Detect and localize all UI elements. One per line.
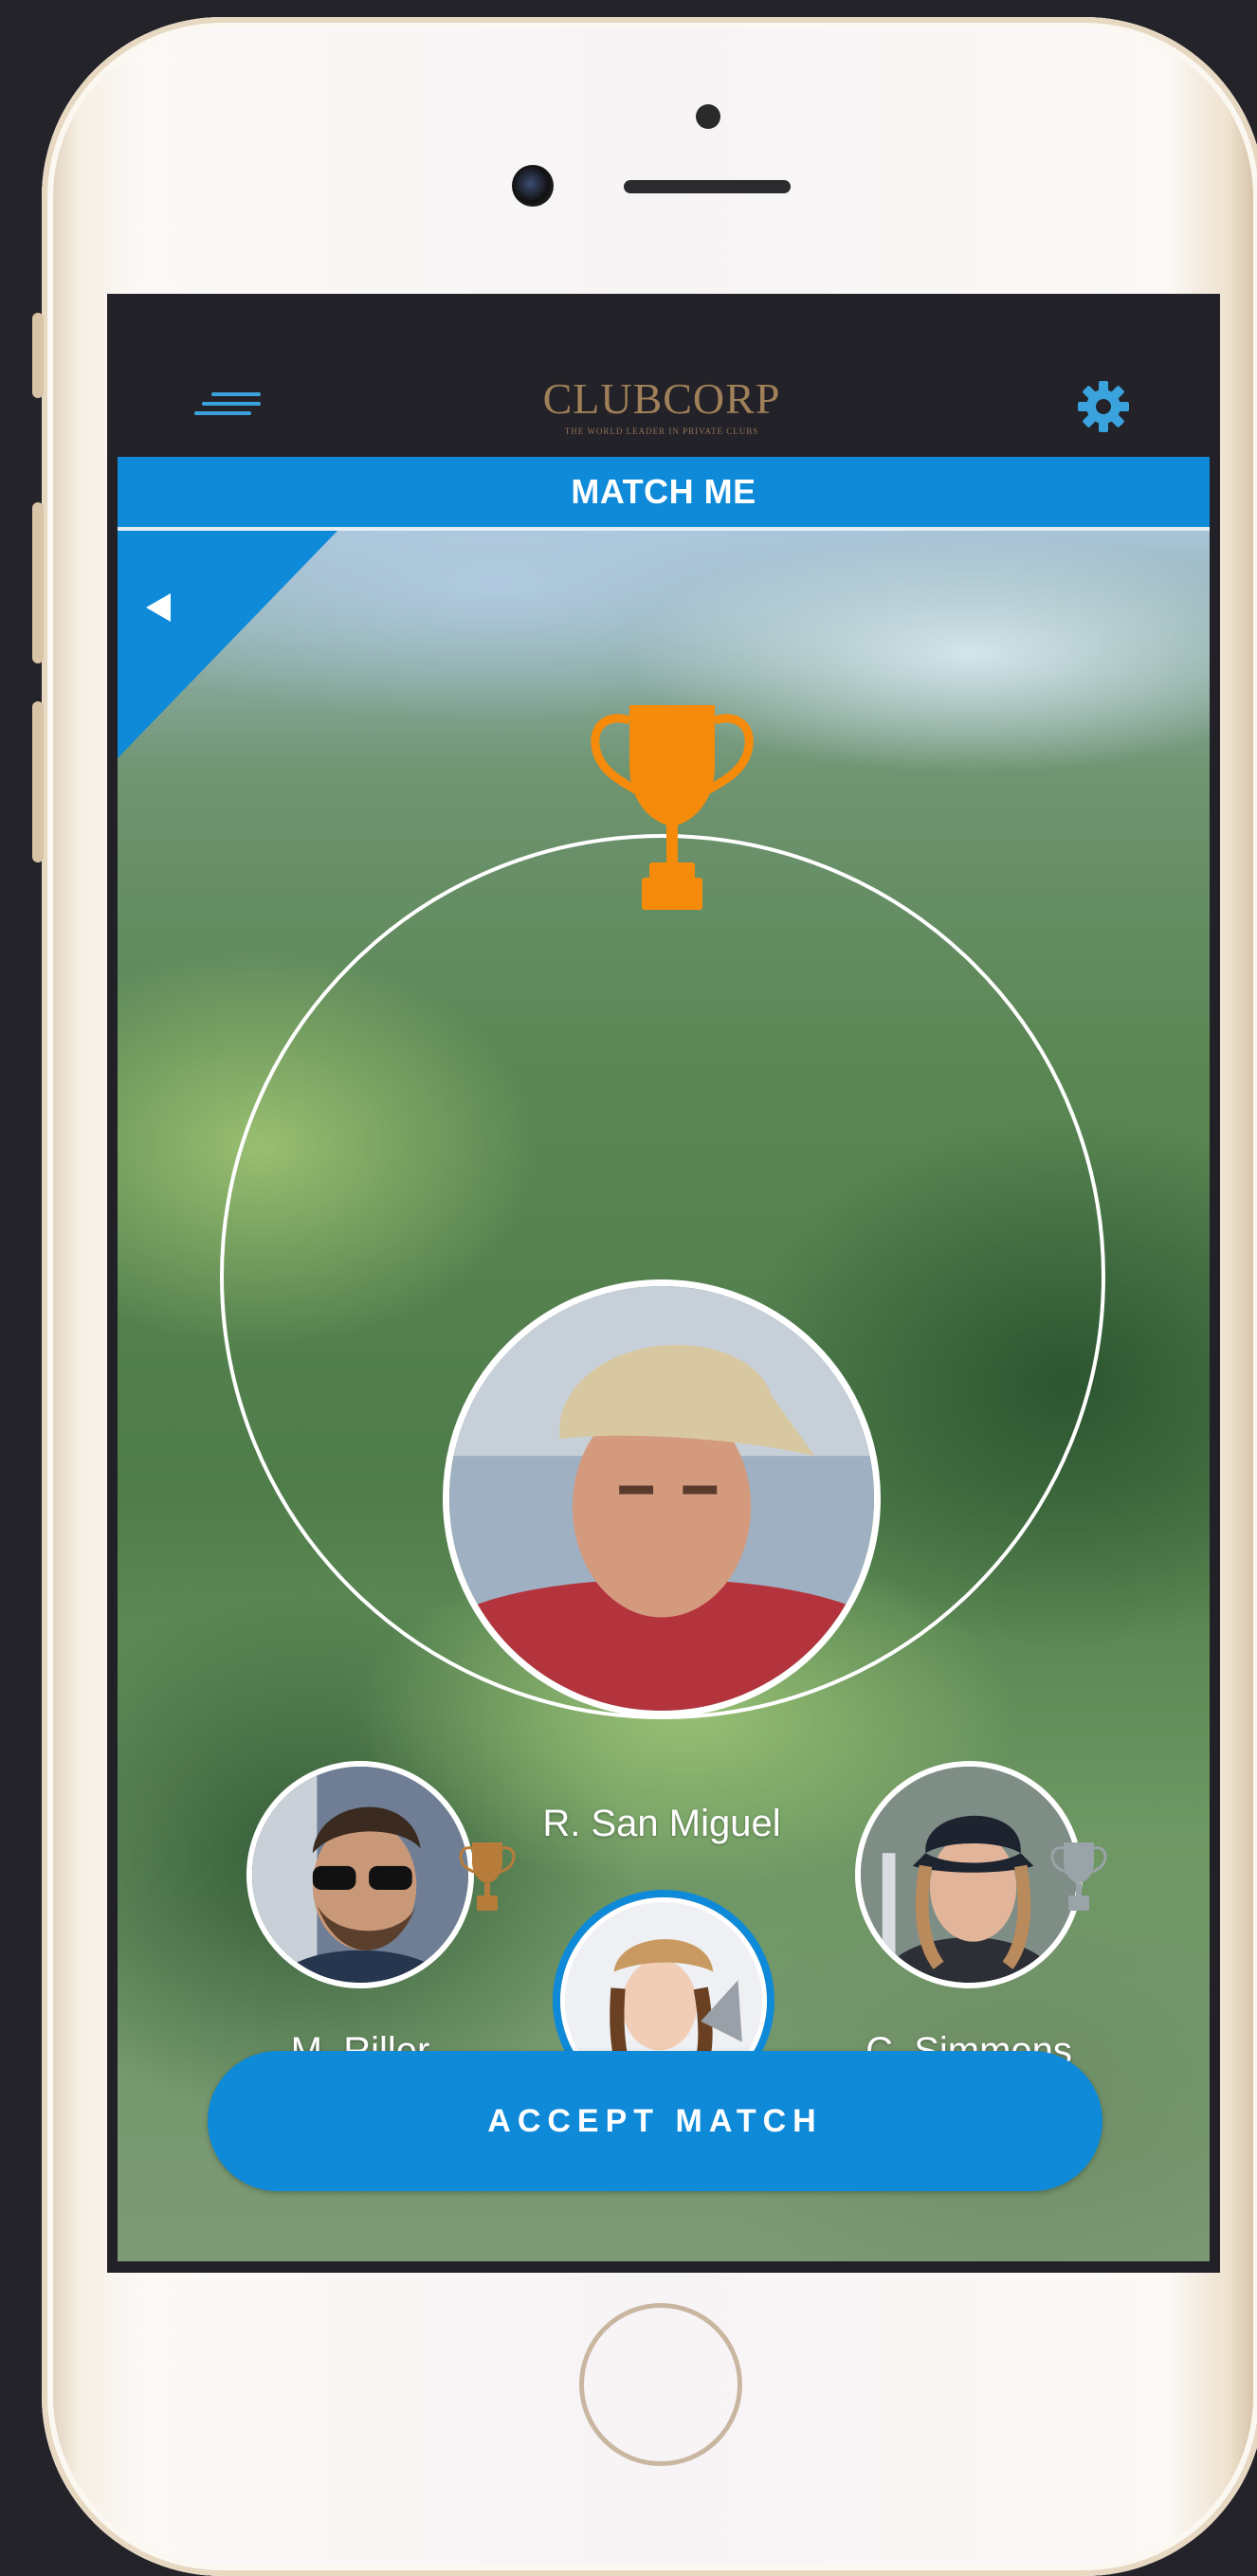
player-name-center: R. San Miguel xyxy=(542,1803,781,1844)
top-navigation-bar: CLUBCORP THE WORLD LEADER IN PRIVATE CLU… xyxy=(107,294,1220,457)
player-avatar-left[interactable] xyxy=(246,1761,474,1988)
accept-match-button[interactable]: ACCEPT MATCH xyxy=(208,2051,1102,2191)
triangle-left-icon[interactable] xyxy=(146,593,171,622)
brand-name: CLUBCORP xyxy=(542,374,781,423)
front-camera xyxy=(512,165,554,207)
brand-logo: CLUBCORP THE WORLD LEADER IN PRIVATE CLU… xyxy=(439,374,884,437)
trophy-bronze-icon xyxy=(459,1842,516,1911)
trophy-icon xyxy=(591,705,754,910)
brand-tagline: THE WORLD LEADER IN PRIVATE CLUBS xyxy=(564,426,759,436)
earpiece-speaker xyxy=(624,180,791,193)
trophy-silver-icon xyxy=(1050,1842,1107,1911)
player-avatar-right[interactable] xyxy=(855,1761,1083,1988)
player-avatar-center[interactable] xyxy=(443,1279,881,1717)
mute-switch xyxy=(32,313,44,398)
proximity-sensor xyxy=(696,104,720,129)
title-bar: MATCH ME xyxy=(118,457,1210,531)
back-button[interactable] xyxy=(118,531,337,758)
volume-up-button xyxy=(32,502,44,663)
menu-lines-icon[interactable] xyxy=(194,392,270,430)
match-content: R. San Miguel M. Riller xyxy=(118,531,1210,2261)
home-button[interactable] xyxy=(579,2303,742,2466)
gear-icon[interactable] xyxy=(1076,379,1131,434)
volume-down-button xyxy=(32,701,44,862)
page-title: MATCH ME xyxy=(571,472,756,511)
app-screen: CLUBCORP THE WORLD LEADER IN PRIVATE CLU… xyxy=(107,294,1220,2273)
